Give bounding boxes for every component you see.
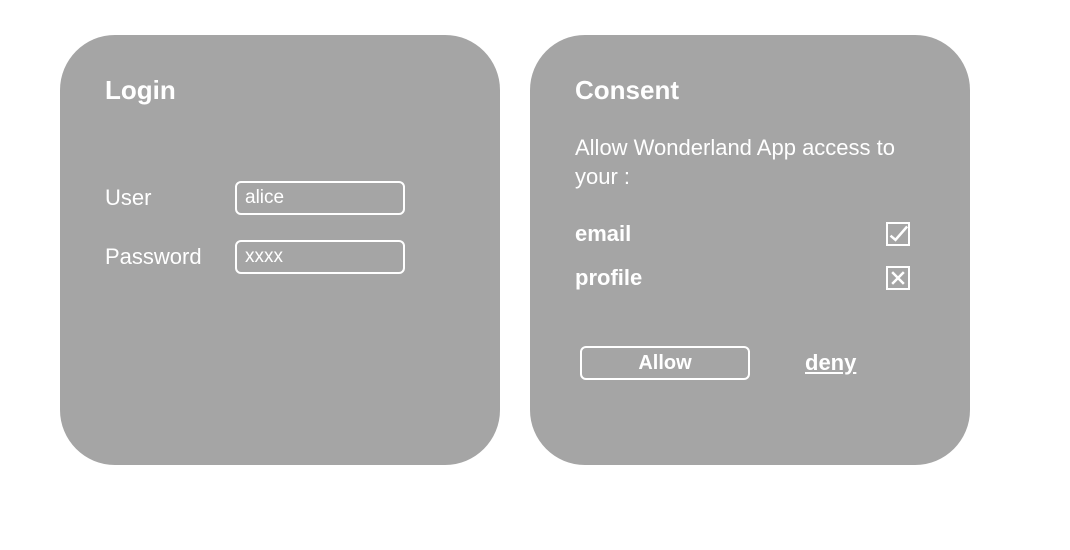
user-input[interactable]: alice: [235, 181, 405, 215]
checkbox-profile[interactable]: [886, 266, 910, 290]
password-row: Password xxxx: [105, 240, 455, 274]
scope-row-email: email: [575, 221, 925, 247]
check-icon: [888, 224, 908, 244]
allow-button-label: Allow: [638, 352, 691, 375]
scope-label-profile: profile: [575, 265, 642, 291]
password-input[interactable]: xxxx: [235, 240, 405, 274]
consent-card: Consent Allow Wonderland App access to y…: [530, 35, 970, 465]
x-icon: [888, 268, 908, 288]
user-label: User: [105, 185, 235, 211]
deny-link[interactable]: deny: [805, 350, 856, 376]
deny-link-label: deny: [805, 350, 856, 375]
user-row: User alice: [105, 181, 455, 215]
allow-button[interactable]: Allow: [580, 346, 750, 380]
consent-prompt: Allow Wonderland App access to your :: [575, 134, 925, 191]
scope-label-email: email: [575, 221, 631, 247]
scope-row-profile: profile: [575, 265, 925, 291]
checkbox-email[interactable]: [886, 222, 910, 246]
password-label: Password: [105, 244, 235, 270]
login-title: Login: [105, 75, 455, 106]
user-input-value: alice: [245, 187, 284, 209]
login-card: Login User alice Password xxxx: [60, 35, 500, 465]
consent-actions: Allow deny: [575, 346, 925, 380]
consent-title: Consent: [575, 75, 925, 106]
password-input-value: xxxx: [245, 246, 283, 268]
